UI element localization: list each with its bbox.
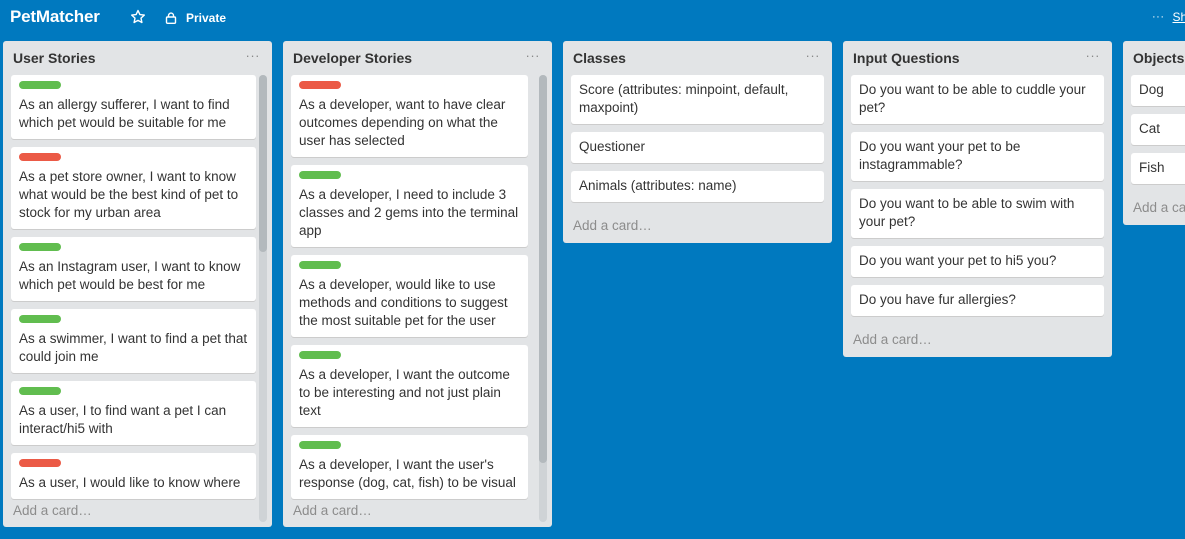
list-scrollbar-thumb[interactable]: [259, 75, 267, 252]
card[interactable]: Animals (attributes: name): [571, 171, 824, 202]
card-title: As a pet store owner, I want to know wha…: [19, 169, 239, 220]
card-label-green: [19, 81, 61, 89]
card-title: Questioner: [579, 139, 646, 154]
card-label-red: [19, 153, 61, 161]
list-scrollbar[interactable]: [259, 75, 267, 522]
add-card-link[interactable]: Add a card…: [13, 503, 92, 518]
list-title[interactable]: Developer Stories: [293, 50, 412, 66]
star-icon[interactable]: [130, 9, 146, 25]
card-list: Dog Cat Fish: [1131, 75, 1185, 192]
list-objects[interactable]: Objects Dog Cat Fish Add a card…: [1123, 41, 1185, 225]
card-title: As a developer, want to have clear outco…: [299, 97, 506, 148]
card-list: Do you want to be able to cuddle your pe…: [851, 75, 1104, 324]
card-label-green: [299, 351, 341, 359]
card-label-green: [299, 261, 341, 269]
card-list: As a developer, want to have clear outco…: [291, 75, 528, 527]
card[interactable]: As a developer, I want the user's respon…: [291, 435, 528, 499]
card[interactable]: As a swimmer, I want to find a pet that …: [11, 309, 256, 373]
card-list: Score (attributes: minpoint, default, ma…: [571, 75, 824, 210]
card[interactable]: Do you want to be able to cuddle your pe…: [851, 75, 1104, 124]
card[interactable]: Cat: [1131, 114, 1185, 145]
list-menu-icon[interactable]: ···: [806, 48, 821, 63]
add-card-link[interactable]: Add a card…: [293, 503, 372, 518]
card-label-green: [19, 387, 61, 395]
card[interactable]: As an allergy sufferer, I want to find w…: [11, 75, 256, 139]
card-label-green: [299, 171, 341, 179]
card[interactable]: Dog: [1131, 75, 1185, 106]
list-menu-icon[interactable]: ···: [526, 48, 541, 63]
list-menu-icon[interactable]: ···: [1086, 48, 1101, 63]
list-menu-icon[interactable]: ···: [246, 48, 261, 63]
card-title: As a developer, I need to include 3 clas…: [299, 187, 519, 238]
show-menu-button[interactable]: ··· Sh: [1152, 10, 1185, 24]
add-card-link[interactable]: Add a card…: [1133, 200, 1185, 215]
list-title[interactable]: User Stories: [13, 50, 95, 66]
card-label-green: [19, 315, 61, 323]
card-title: Do you want your pet to be instagrammabl…: [859, 139, 1021, 172]
card-title: Do you want your pet to hi5 you?: [859, 253, 1057, 268]
list-input-questions[interactable]: Input Questions ··· Do you want to be able…: [843, 41, 1112, 357]
add-card-link[interactable]: Add a card…: [573, 218, 652, 233]
show-menu-label: Sh: [1172, 10, 1185, 24]
list-title[interactable]: Input Questions: [853, 50, 960, 66]
card[interactable]: As an Instagram user, I want to know whi…: [11, 237, 256, 301]
card[interactable]: As a developer, want to have clear outco…: [291, 75, 528, 157]
list-scrollbar[interactable]: [539, 75, 547, 522]
card-list: As an allergy sufferer, I want to find w…: [11, 75, 256, 527]
list-scrollbar-thumb[interactable]: [539, 75, 547, 463]
card-label-red: [19, 459, 61, 467]
list-developer-stories[interactable]: Developer Stories ··· As a developer, want…: [283, 41, 552, 527]
card[interactable]: Score (attributes: minpoint, default, ma…: [571, 75, 824, 124]
privacy-button[interactable]: Private: [165, 10, 226, 26]
card[interactable]: Do you want your pet to be instagrammabl…: [851, 132, 1104, 181]
card-label-red: [299, 81, 341, 89]
card[interactable]: As a developer, I need to include 3 clas…: [291, 165, 528, 247]
card[interactable]: Fish: [1131, 153, 1185, 184]
card[interactable]: As a pet store owner, I want to know wha…: [11, 147, 256, 229]
card-title: Fish: [1139, 160, 1165, 175]
list-user-stories[interactable]: User Stories ··· As an allergy sufferer, I…: [3, 41, 272, 527]
card-title: As a developer, would like to use method…: [299, 277, 508, 328]
lock-icon: [165, 12, 177, 24]
list-classes[interactable]: Classes ··· Score (attributes: minpoint, d…: [563, 41, 832, 243]
card-title: As an Instagram user, I want to know whi…: [19, 259, 241, 292]
card[interactable]: Do you want your pet to hi5 you?: [851, 246, 1104, 277]
card[interactable]: Do you have fur allergies?: [851, 285, 1104, 316]
card-title: Cat: [1139, 121, 1161, 136]
board-header: PetMatcher Private ··· Sh: [0, 0, 1185, 36]
card-title: Do you want to be able to cuddle your pe…: [859, 82, 1086, 115]
card-title: As a user, I to find want a pet I can in…: [19, 403, 227, 436]
card-title: As a developer, I want the outcome to be…: [299, 367, 510, 418]
card[interactable]: As a user, I to find want a pet I can in…: [11, 381, 256, 445]
list-title[interactable]: Objects: [1133, 50, 1184, 66]
card[interactable]: Questioner: [571, 132, 824, 163]
card-title: Score (attributes: minpoint, default, ma…: [579, 82, 789, 115]
board-title[interactable]: PetMatcher: [10, 7, 100, 27]
card[interactable]: As a developer, I want the outcome to be…: [291, 345, 528, 427]
more-icon: ···: [1152, 11, 1165, 23]
card-title: As a user, I would like to know where: [19, 475, 241, 490]
privacy-label: Private: [186, 11, 227, 25]
card-label-green: [299, 441, 341, 449]
card-title: Dog: [1139, 82, 1164, 97]
card[interactable]: Do you want to be able to swim with your…: [851, 189, 1104, 238]
card-title: Do you have fur allergies?: [859, 292, 1016, 307]
card[interactable]: As a developer, would like to use method…: [291, 255, 528, 337]
card-title: As an allergy sufferer, I want to find w…: [19, 97, 230, 130]
card-title: As a developer, I want the user's respon…: [299, 457, 516, 490]
card-title: Animals (attributes: name): [579, 178, 737, 193]
card[interactable]: As a user, I would like to know where: [11, 453, 256, 499]
card-title: Do you want to be able to swim with your…: [859, 196, 1075, 229]
add-card-link[interactable]: Add a card…: [853, 332, 932, 347]
card-title: As a swimmer, I want to find a pet that …: [19, 331, 248, 364]
card-label-green: [19, 243, 61, 251]
list-title[interactable]: Classes: [573, 50, 626, 66]
